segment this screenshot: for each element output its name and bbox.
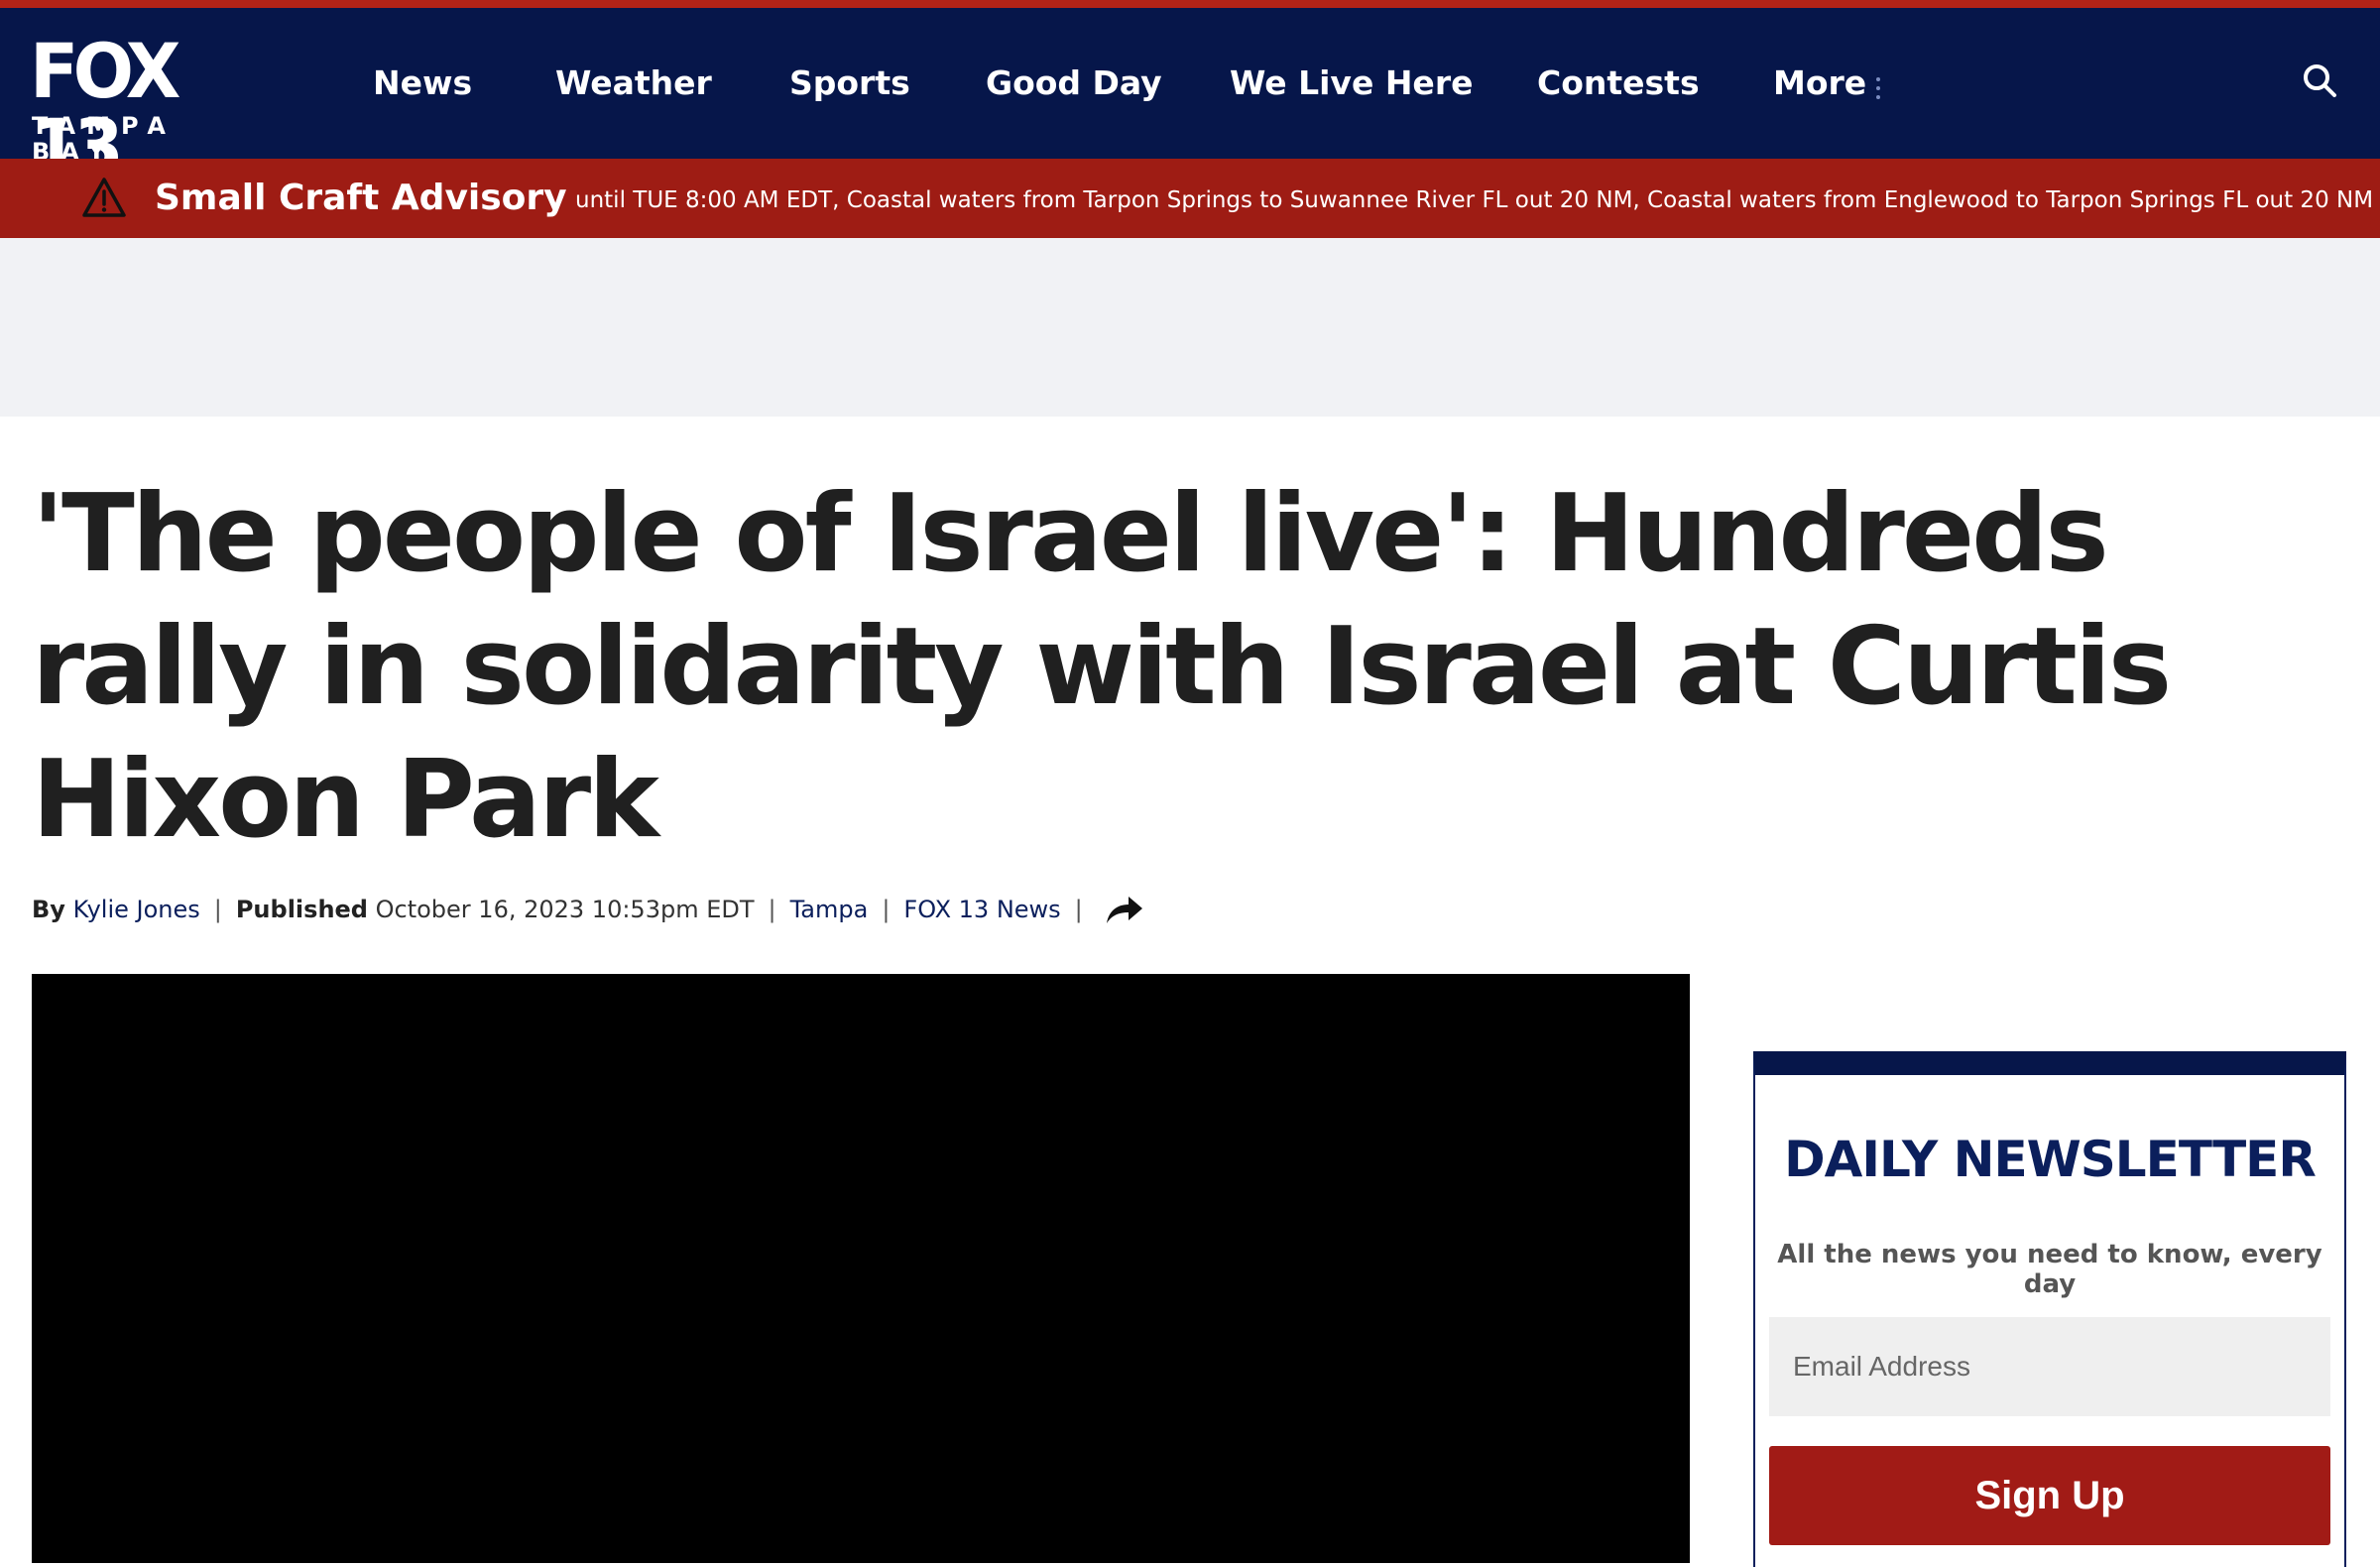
nav-item-good-day[interactable]: Good Day: [986, 8, 1162, 159]
byline-separator: |: [768, 896, 776, 923]
warning-triangle-icon: [82, 178, 126, 217]
fox13-logo[interactable]: FOX 13 TAMPA BAY: [30, 34, 268, 184]
share-arrow-icon[interactable]: [1103, 892, 1146, 927]
nav-item-more[interactable]: More: [1773, 8, 1866, 159]
nav-item-sports[interactable]: Sports: [789, 8, 910, 159]
alert-details: until TUE 8:00 AM EDT, Coastal waters fr…: [575, 187, 2374, 213]
nav-item-news[interactable]: News: [373, 8, 472, 159]
alert-title: Small Craft Advisory: [155, 178, 567, 218]
source-link[interactable]: FOX 13 News: [903, 896, 1060, 923]
byline-separator: |: [882, 896, 891, 923]
published-label: Published: [235, 896, 368, 923]
byline-separator: |: [1074, 896, 1083, 923]
more-dots-icon[interactable]: [1876, 77, 1880, 101]
nav-item-we-live-here[interactable]: We Live Here: [1230, 8, 1473, 159]
sign-up-button[interactable]: Sign Up: [1769, 1446, 2330, 1545]
ad-placeholder: [0, 238, 2380, 417]
nav-item-contests[interactable]: Contests: [1537, 8, 1700, 159]
article-headline: 'The people of Israel live': Hundreds ra…: [32, 472, 2172, 862]
nav-item-weather[interactable]: Weather: [555, 8, 712, 159]
video-player[interactable]: [32, 974, 1690, 1563]
top-accent-strip: [0, 0, 2380, 8]
email-field[interactable]: [1769, 1317, 2330, 1416]
site-header: FOX 13 TAMPA BAY News Weather Sports Goo…: [0, 8, 2380, 184]
newsletter-subtitle: All the news you need to know, every day: [1777, 1240, 2322, 1299]
byline-separator: |: [213, 896, 222, 923]
newsletter-title: DAILY NEWSLETTER: [1784, 1131, 2317, 1188]
search-icon: [2304, 64, 2336, 97]
author-link[interactable]: Kylie Jones: [73, 896, 200, 923]
by-label: By: [32, 896, 65, 923]
article-byline: By Kylie Jones | Published October 16, 202…: [32, 891, 1146, 926]
newsletter-signup: DAILY NEWSLETTER All the news you need t…: [1753, 1051, 2346, 1567]
logo-subtitle: TAMPA BAY: [32, 112, 177, 166]
published-date: October 16, 2023 10:53pm EDT: [375, 896, 755, 923]
weather-alert-bar[interactable]: Small Craft Advisory until TUE 8:00 AM E…: [0, 159, 2380, 238]
location-link[interactable]: Tampa: [790, 896, 869, 923]
search-button[interactable]: [2299, 60, 2342, 103]
